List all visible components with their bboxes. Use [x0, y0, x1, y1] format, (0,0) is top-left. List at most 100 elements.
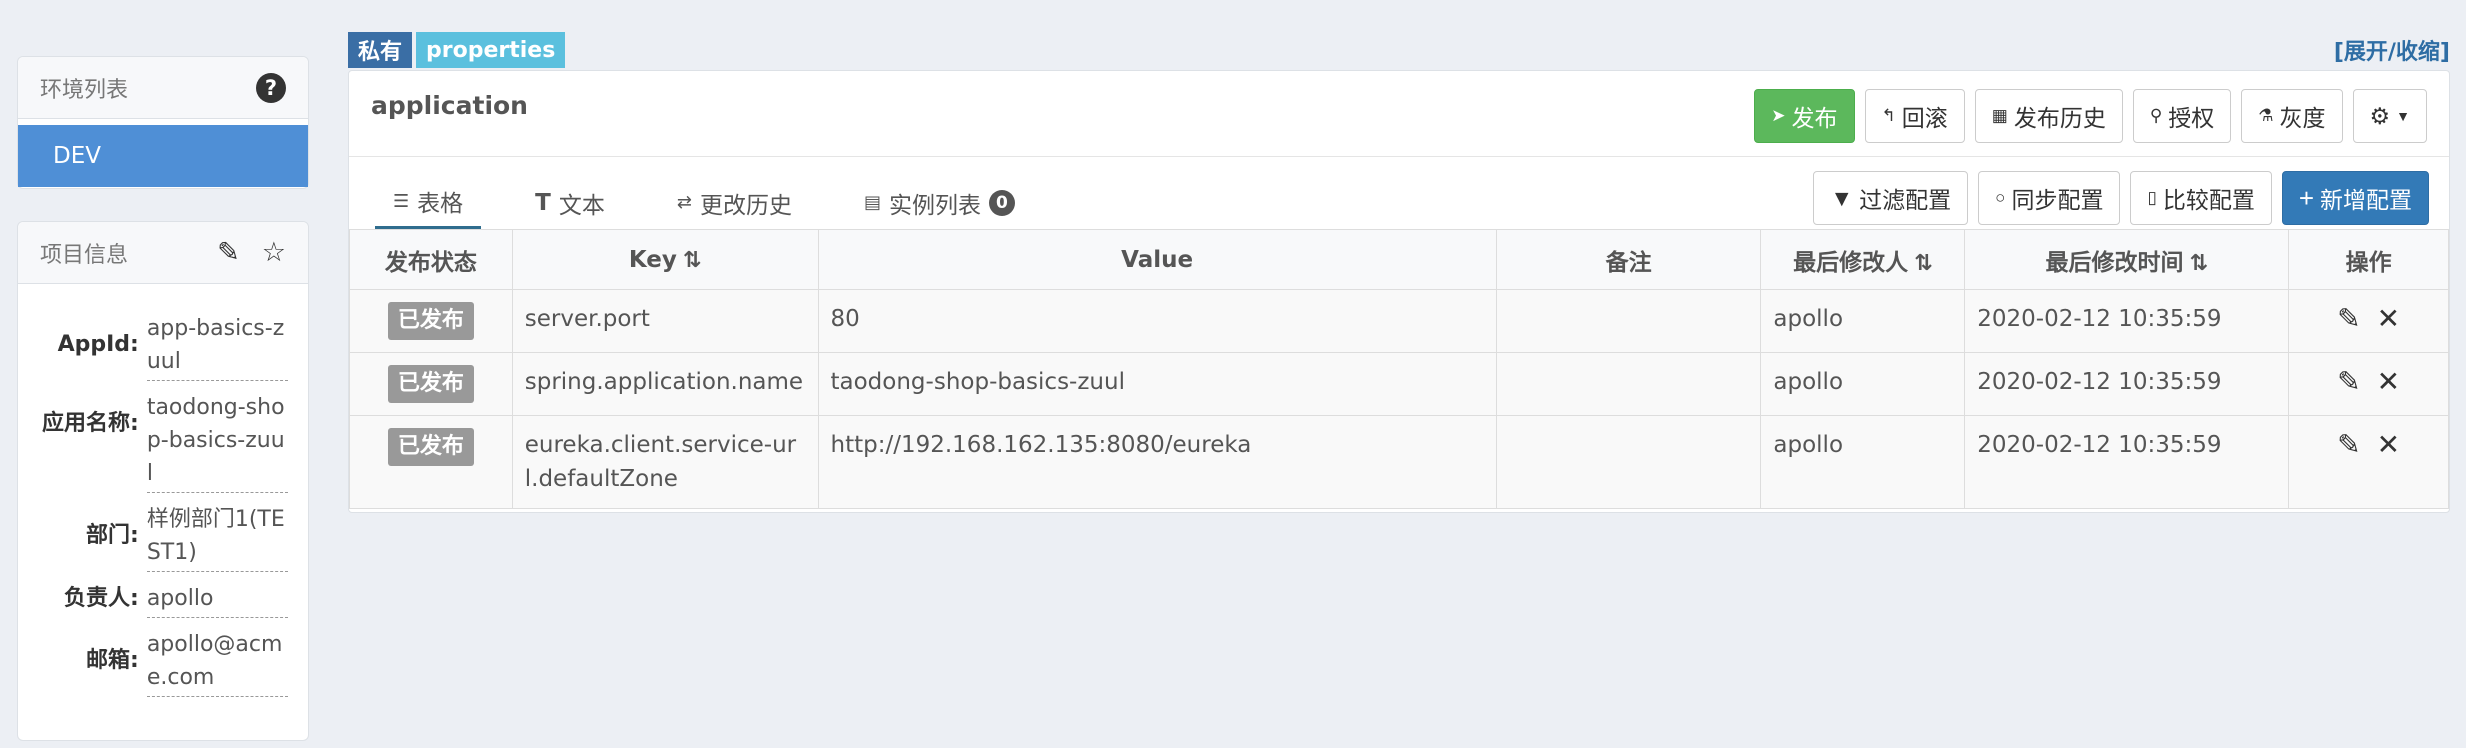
col-header-status: 发布状态	[349, 229, 513, 290]
edit-icon[interactable]: ✎	[217, 237, 240, 268]
comment-cell	[1495, 415, 1762, 509]
time-cell: 2020-02-12 10:35:59	[1964, 415, 2290, 509]
sort-icon[interactable]: ⇅	[2190, 251, 2208, 276]
status-cell: 已发布	[349, 415, 513, 509]
info-row-owner: 负责人: apollo	[32, 582, 288, 618]
tab-text[interactable]: T 文本	[517, 184, 623, 229]
tab-instances[interactable]: ▤ 实例列表 0	[846, 184, 1033, 229]
scope-tag: 私有	[348, 32, 413, 68]
table-row: 已发布 server.port 80 apollo 2020-02-12 10:…	[349, 289, 2449, 353]
question-circle-icon[interactable]: ?	[256, 72, 286, 103]
env-list-panel: 环境列表 ? DEV	[17, 56, 309, 189]
info-label: 邮箱:	[86, 648, 139, 673]
col-header-label: 最后修改人	[1793, 249, 1909, 276]
flask-icon: ⚗	[2258, 106, 2274, 125]
key-cell: eureka.client.service-url.defaultZone	[511, 415, 819, 509]
table-actions: ▼ 过滤配置 ○ 同步配置 ▯ 比较配置 + 新增配置	[1813, 171, 2429, 225]
status-badge: 已发布	[387, 428, 474, 466]
col-header-ops: 操作	[2288, 229, 2449, 290]
publish-history-button[interactable]: ▦ 发布历史	[1974, 89, 2123, 143]
format-tag: properties	[416, 32, 566, 68]
table-icon: ☰	[393, 190, 410, 212]
file-icon: ▯	[2147, 188, 2157, 207]
star-icon[interactable]: ☆	[262, 237, 286, 268]
col-header-key[interactable]: Key ⇅	[511, 229, 819, 290]
namespace-panel: application ➤ 发布 ↰ 回滚 ▦ 发布历史 ⚲ 授权 ⚗ 灰度 ⚙…	[348, 70, 2450, 513]
info-row-department: 部门: 样例部门1(TEST1)	[32, 503, 288, 572]
time-cell: 2020-02-12 10:35:59	[1964, 352, 2290, 416]
sync-icon: ○	[1995, 188, 2006, 207]
modifier-cell: apollo	[1760, 415, 1966, 509]
publish-button[interactable]: ➤ 发布	[1754, 89, 1855, 143]
caret-down-icon: ▼	[2396, 108, 2410, 124]
filter-config-button[interactable]: ▼ 过滤配置	[1813, 171, 1969, 225]
settings-dropdown-button[interactable]: ⚙ ▼	[2352, 89, 2427, 143]
sync-config-button[interactable]: ○ 同步配置	[1978, 171, 2121, 225]
key-cell: spring.application.name	[511, 352, 819, 416]
edit-icon[interactable]: ✎	[2337, 302, 2360, 335]
sync-label: 同步配置	[2011, 187, 2104, 213]
config-table: 发布状态 Key ⇅ Value 备注 最后修改人 ⇅ 最后修改时间 ⇅ 操作 已发布…	[349, 229, 2449, 509]
compare-config-button[interactable]: ▯ 比较配置	[2130, 171, 2272, 225]
col-header-modifier[interactable]: 最后修改人 ⇅	[1760, 229, 1966, 290]
tab-table[interactable]: ☰ 表格	[375, 184, 482, 229]
table-row: 已发布 spring.application.name taodong-shop…	[349, 352, 2449, 416]
col-header-value: Value	[817, 229, 1497, 290]
publish-label: 发布	[1791, 105, 1838, 131]
sort-icon[interactable]: ⇅	[683, 248, 701, 273]
edit-icon[interactable]: ✎	[2337, 428, 2360, 461]
compare-label: 比较配置	[2162, 187, 2255, 213]
plus-icon: +	[2298, 182, 2314, 213]
tab-row: ☰ 表格 T 文本 ⇄ 更改历史 ▤ 实例列表 0 ▼ 过滤配置 ○ 同步配置 …	[349, 157, 2449, 229]
filter-icon: ▼	[1830, 184, 1854, 211]
tab-label: 表格	[417, 191, 464, 217]
gray-release-button[interactable]: ⚗ 灰度	[2241, 89, 2343, 143]
grant-button[interactable]: ⚲ 授权	[2132, 89, 2232, 143]
filter-label: 过滤配置	[1859, 187, 1952, 213]
info-value: taodong-shop-basics-zuul	[146, 391, 288, 493]
modifier-cell: apollo	[1760, 352, 1966, 416]
tab-label: 实例列表	[888, 192, 981, 219]
info-label: 负责人:	[64, 586, 139, 611]
sort-icon[interactable]: ⇅	[1914, 251, 1932, 276]
ops-cell: ✎ ✕	[2288, 352, 2449, 416]
rollback-icon: ↰	[1881, 106, 1896, 125]
info-value: app-basics-zuul	[146, 312, 288, 381]
swap-icon: ⇄	[676, 192, 692, 213]
add-label: 新增配置	[2320, 187, 2412, 213]
env-item-dev[interactable]: DEV	[18, 125, 308, 187]
project-info-panel: 项目信息 ✎ ☆ AppId: app-basics-zuul 应用名称: ta…	[17, 221, 309, 741]
delete-icon[interactable]: ✕	[2377, 428, 2400, 461]
modifier-cell: apollo	[1760, 289, 1966, 353]
col-header-label: 最后修改时间	[2045, 249, 2184, 276]
grid-icon: ▤	[863, 192, 881, 213]
edit-icon[interactable]: ✎	[2337, 365, 2360, 398]
delete-icon[interactable]: ✕	[2377, 302, 2400, 335]
info-label: 应用名称:	[42, 411, 139, 436]
text-icon: T	[535, 189, 551, 216]
value-cell: taodong-shop-basics-zuul	[817, 352, 1497, 416]
env-list-title: 环境列表	[40, 77, 129, 103]
status-cell: 已发布	[349, 289, 513, 353]
info-row-appid: AppId: app-basics-zuul	[32, 312, 288, 381]
add-config-button[interactable]: + 新增配置	[2281, 171, 2429, 225]
project-info-list: AppId: app-basics-zuul 应用名称: taodong-sho…	[18, 284, 308, 697]
rollback-button[interactable]: ↰ 回滚	[1864, 89, 1965, 143]
history-label: 发布历史	[2013, 105, 2106, 131]
namespace-tags: 私有 properties	[348, 32, 566, 68]
value-cell: 80	[817, 289, 1497, 353]
info-row-app-name: 应用名称: taodong-shop-basics-zuul	[32, 391, 288, 493]
tab-label: 文本	[558, 192, 605, 219]
key-cell: server.port	[511, 289, 819, 353]
project-info-title: 项目信息	[40, 242, 129, 268]
expand-collapse-link[interactable]: [展开/收缩]	[2334, 34, 2450, 66]
col-header-time[interactable]: 最后修改时间 ⇅	[1964, 229, 2290, 290]
namespace-header: application ➤ 发布 ↰ 回滚 ▦ 发布历史 ⚲ 授权 ⚗ 灰度 ⚙…	[349, 71, 2449, 157]
env-list-header: 环境列表 ?	[18, 57, 308, 119]
table-row: 已发布 eureka.client.service-url.defaultZon…	[349, 415, 2449, 509]
tab-change-history[interactable]: ⇄ 更改历史	[659, 184, 810, 229]
namespace-actions: ➤ 发布 ↰ 回滚 ▦ 发布历史 ⚲ 授权 ⚗ 灰度 ⚙ ▼	[1754, 89, 2427, 143]
info-value: apollo@acme.com	[146, 628, 288, 697]
delete-icon[interactable]: ✕	[2377, 365, 2400, 398]
status-badge: 已发布	[387, 302, 474, 340]
